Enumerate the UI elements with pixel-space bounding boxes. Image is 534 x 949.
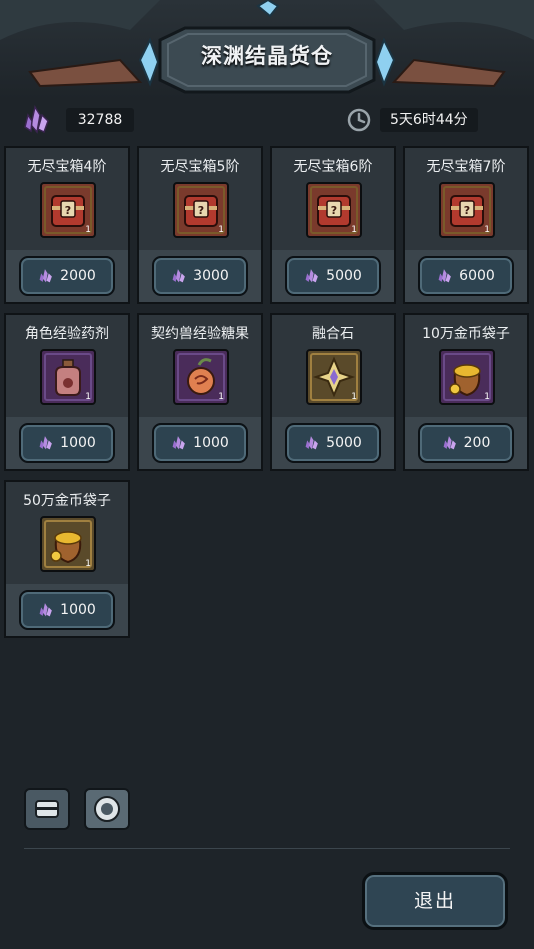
- emblem-tab-icon: [94, 796, 120, 822]
- shop-item-card[interactable]: 无尽宝箱7阶 ? 1 6000: [403, 146, 529, 304]
- shop-item-card[interactable]: 10万金币袋子 1 200: [403, 313, 529, 471]
- item-quantity: 1: [218, 392, 224, 402]
- shop-item-card[interactable]: 无尽宝箱5阶 ? 1 3000: [137, 146, 263, 304]
- buy-button[interactable]: 1000: [152, 423, 248, 463]
- price-label: 3000: [193, 268, 229, 284]
- coin-bag-icon: 1: [439, 349, 495, 405]
- crystal-icon: [443, 436, 456, 450]
- buy-button[interactable]: 200: [418, 423, 514, 463]
- item-name: 无尽宝箱5阶: [160, 159, 240, 175]
- item-name: 契约兽经验糖果: [151, 326, 249, 342]
- fusion-stone-icon: 1: [306, 349, 362, 405]
- price-label: 5000: [326, 268, 362, 284]
- exit-button[interactable]: 退出: [362, 872, 508, 930]
- buy-button[interactable]: 6000: [418, 256, 514, 296]
- item-name: 无尽宝箱6阶: [293, 159, 373, 175]
- price-label: 1000: [193, 435, 229, 451]
- price-strip: 5000: [272, 417, 394, 469]
- price-label: 6000: [459, 268, 495, 284]
- item-quantity: 1: [218, 225, 224, 235]
- crystal-amount: 32788: [66, 108, 134, 132]
- svg-text:?: ?: [331, 204, 337, 217]
- price-strip: 5000: [272, 250, 394, 302]
- shop-item-card[interactable]: 50万金币袋子 1 1000: [4, 480, 130, 638]
- coin-bag-icon: 1: [40, 516, 96, 572]
- header-banner: 深渊结晶货仓: [0, 0, 534, 100]
- chest-icon: ? 1: [40, 182, 96, 238]
- divider: [24, 848, 510, 849]
- shop-item-card[interactable]: 融合石 1 5000: [270, 313, 396, 471]
- shop-item-card[interactable]: 无尽宝箱4阶 ? 1 2000: [4, 146, 130, 304]
- svg-text:?: ?: [198, 204, 204, 217]
- chest-icon: ? 1: [439, 182, 495, 238]
- crystal-icon: [172, 436, 186, 450]
- chest-tab-icon: [35, 800, 59, 818]
- chest-icon: ? 1: [173, 182, 229, 238]
- crystal-icon: [305, 269, 319, 283]
- crystal-icon: [24, 105, 49, 134]
- timer-display: 5天6时44分: [346, 106, 478, 134]
- crystal-icon: [305, 436, 319, 450]
- svg-text:?: ?: [464, 204, 470, 217]
- price-label: 2000: [60, 268, 96, 284]
- price-strip: 1000: [6, 417, 128, 469]
- item-quantity: 1: [351, 225, 357, 235]
- tab-chest[interactable]: [24, 788, 70, 830]
- tab-emblem[interactable]: [84, 788, 130, 830]
- price-strip: 3000: [139, 250, 261, 302]
- price-strip: 6000: [405, 250, 527, 302]
- page-title: 深渊结晶货仓: [201, 44, 333, 68]
- item-quantity: 1: [351, 392, 357, 402]
- timer-remaining: 5天6时44分: [380, 108, 478, 132]
- item-name: 融合石: [312, 326, 354, 342]
- item-quantity: 1: [484, 392, 490, 402]
- buy-button[interactable]: 2000: [19, 256, 115, 296]
- buy-button[interactable]: 1000: [19, 423, 115, 463]
- svg-text:?: ?: [65, 204, 71, 217]
- buy-button[interactable]: 3000: [152, 256, 248, 296]
- item-name: 无尽宝箱4阶: [27, 159, 107, 175]
- price-strip: 200: [405, 417, 527, 469]
- shop-item-card[interactable]: 无尽宝箱6阶 ? 1 5000: [270, 146, 396, 304]
- item-quantity: 1: [85, 392, 91, 402]
- item-quantity: 1: [85, 225, 91, 235]
- buy-button[interactable]: 1000: [19, 590, 115, 630]
- currency-display: 32788: [22, 105, 134, 134]
- item-quantity: 1: [484, 225, 490, 235]
- price-label: 1000: [60, 435, 96, 451]
- price-label: 1000: [60, 602, 96, 618]
- price-strip: 1000: [6, 584, 128, 636]
- price-label: 5000: [326, 435, 362, 451]
- clock-icon: [347, 108, 371, 132]
- price-label: 200: [463, 435, 491, 451]
- item-name: 10万金币袋子: [422, 326, 510, 342]
- crystal-icon: [39, 603, 53, 617]
- shop-item-card[interactable]: 角色经验药剂 1 1000: [4, 313, 130, 471]
- shop-item-card[interactable]: 契约兽经验糖果 1 1000: [137, 313, 263, 471]
- crystal-icon: [39, 436, 53, 450]
- item-name: 50万金币袋子: [23, 493, 111, 509]
- buy-button[interactable]: 5000: [285, 423, 381, 463]
- crystal-icon: [39, 269, 53, 283]
- candy-icon: 1: [173, 349, 229, 405]
- item-name: 无尽宝箱7阶: [426, 159, 506, 175]
- item-name: 角色经验药剂: [25, 326, 109, 342]
- price-strip: 2000: [6, 250, 128, 302]
- item-quantity: 1: [85, 559, 91, 569]
- chest-icon: ? 1: [306, 182, 362, 238]
- potion-icon: 1: [40, 349, 96, 405]
- price-strip: 1000: [139, 417, 261, 469]
- crystal-icon: [172, 269, 186, 283]
- buy-button[interactable]: 5000: [285, 256, 381, 296]
- crystal-icon: [438, 269, 452, 283]
